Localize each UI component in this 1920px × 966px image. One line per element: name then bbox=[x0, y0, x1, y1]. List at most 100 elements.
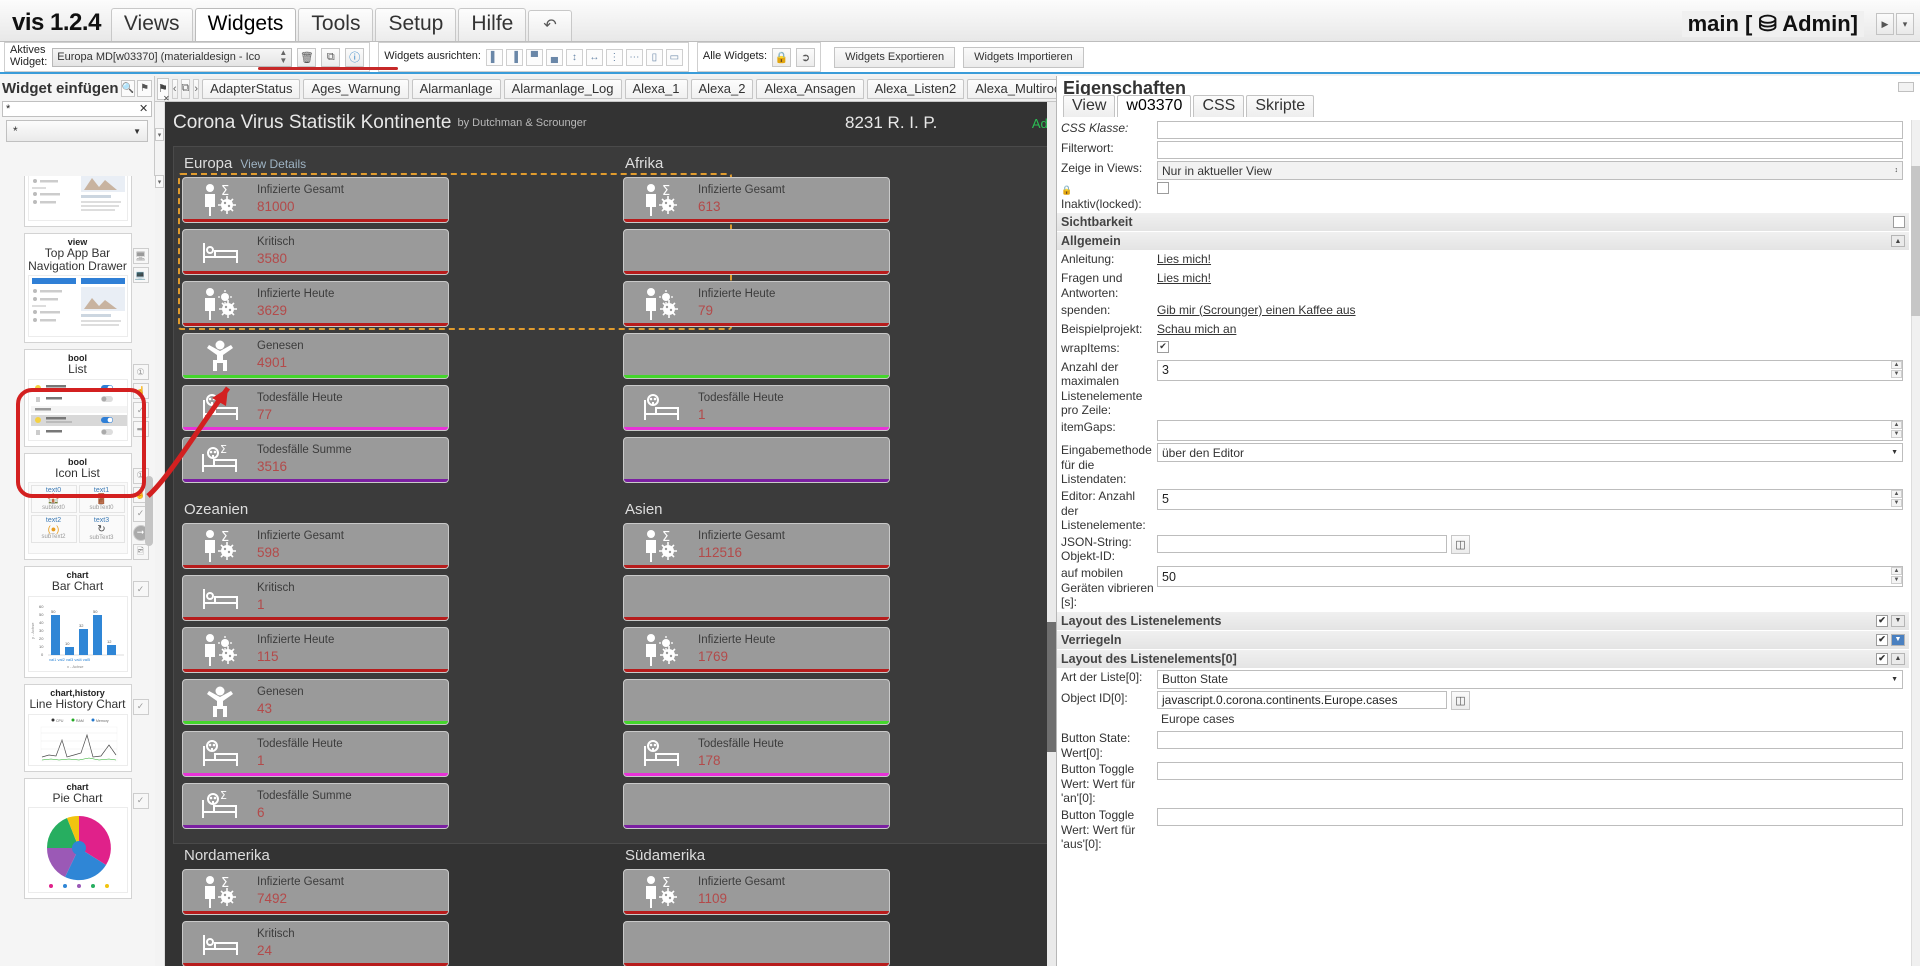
object-id-input[interactable]: javascript.0.corona.continents.Europe.ca… bbox=[1157, 691, 1447, 710]
palette-card-list[interactable]: view Top App Bar Navigation Drawer 🖥 💻 b… bbox=[0, 176, 155, 966]
palette-category-select[interactable]: * ▼ bbox=[6, 120, 148, 142]
stat-tile[interactable] bbox=[623, 921, 890, 966]
view-tab-alexa-ansagen[interactable]: Alexa_Ansagen bbox=[756, 78, 864, 99]
section-checkbox[interactable]: ✔ bbox=[1876, 614, 1888, 627]
stat-tile[interactable] bbox=[623, 437, 890, 483]
view-tab-alarmanlage[interactable]: Alarmanlage bbox=[411, 78, 501, 99]
view-details-link[interactable]: View Details bbox=[240, 157, 306, 171]
view-tab-adapterstatus[interactable]: AdapterStatus bbox=[202, 78, 301, 99]
properties-tab-widget[interactable]: w03370 bbox=[1117, 95, 1192, 117]
menu-tab-hilfe[interactable]: Hilfe bbox=[458, 7, 527, 41]
checkbox-icon[interactable]: ✓ bbox=[132, 792, 149, 809]
stat-tile[interactable]: Σ Infizierte Gesamt 112516 bbox=[623, 523, 890, 569]
zeige-in-views-select[interactable]: Nur in aktueller View ↕ bbox=[1157, 161, 1903, 180]
palette-card-bar-chart[interactable]: chart Bar Chart y - Achse 60 50 40 30 20… bbox=[23, 566, 149, 678]
chevron-right-icon[interactable]: › bbox=[193, 78, 200, 99]
art-der-liste-dropdown[interactable]: Button State ▼ bbox=[1157, 669, 1903, 689]
chevron-up-icon[interactable]: ▲ bbox=[1891, 652, 1905, 665]
filterwort-input[interactable] bbox=[1157, 141, 1903, 159]
stat-tile[interactable] bbox=[623, 229, 890, 275]
inaktiv-checkbox[interactable] bbox=[1157, 182, 1169, 194]
view-canvas[interactable]: ▾ ▾ Corona Virus Statistik Kontinente by… bbox=[155, 102, 1065, 966]
widgets-import-button[interactable]: Widgets Importieren bbox=[963, 46, 1084, 68]
section-allgemein[interactable]: Allgemein ▲ bbox=[1057, 232, 1909, 251]
max-listenelemente-input[interactable]: 3 bbox=[1157, 359, 1903, 381]
stat-tile[interactable]: Σ Infizierte Gesamt 1109 bbox=[623, 869, 890, 915]
view-tab-alexa-listen2[interactable]: Alexa_Listen2 bbox=[866, 78, 965, 99]
stat-tile[interactable]: Σ Infizierte Gesamt 81000 bbox=[182, 177, 449, 223]
properties-tab-skripte[interactable]: Skripte bbox=[1246, 95, 1315, 117]
menu-tab-views[interactable]: Views bbox=[110, 7, 193, 41]
monitor-icon[interactable]: 🖥 bbox=[132, 248, 149, 264]
toggle-an-input[interactable] bbox=[1157, 762, 1903, 781]
view-tab-alarmanlage-log[interactable]: Alarmanlage_Log bbox=[503, 78, 622, 99]
spinner-arrows[interactable]: ▲ ▼ bbox=[1891, 567, 1902, 584]
palette-filter-input[interactable]: * bbox=[2, 101, 152, 117]
distribute-h-icon[interactable]: ⋮ bbox=[605, 48, 623, 66]
properties-tab-css[interactable]: CSS bbox=[1193, 95, 1245, 117]
anleitung-link[interactable]: Lies mich! bbox=[1157, 252, 1211, 266]
palette-card[interactable]: bool List ① ☝ ✓ ➡ bbox=[23, 349, 149, 447]
section-layout-listenelements[interactable]: Layout des Listenelements ✔ ▼ bbox=[1057, 611, 1909, 630]
expand-icon[interactable]: ➲ bbox=[796, 47, 816, 67]
section-checkbox[interactable] bbox=[1893, 216, 1905, 229]
play-icon[interactable]: ▶ bbox=[1876, 13, 1894, 35]
palette-card-icon-list[interactable]: bool Icon List text0 🏠 subtext0 text1 🚪 … bbox=[23, 452, 149, 561]
stat-tile[interactable] bbox=[623, 679, 890, 725]
stat-tile[interactable]: Kritisch 24 bbox=[182, 921, 449, 966]
object-browser-icon[interactable]: ◫ bbox=[1451, 534, 1470, 554]
toggle-aus-input[interactable] bbox=[1157, 808, 1903, 826]
stat-tile[interactable]: Genesen 43 bbox=[182, 679, 449, 725]
eingabemethode-dropdown[interactable]: über den Editor ▼ bbox=[1157, 443, 1903, 462]
checkbox-icon[interactable]: ✓ bbox=[132, 698, 149, 715]
editor-anzahl-input[interactable]: 5 bbox=[1157, 488, 1903, 510]
vibrieren-input[interactable]: 50 bbox=[1157, 566, 1903, 587]
active-widget-select[interactable]: Europa MD[w03370] (materialdesign - Ico … bbox=[52, 47, 293, 67]
desktop-icon[interactable]: 💻 bbox=[132, 267, 149, 283]
stat-tile[interactable]: Σ Todesfälle Summe 6 bbox=[182, 783, 449, 829]
stat-tile[interactable]: Kritisch 1 bbox=[182, 575, 449, 621]
stat-tile[interactable]: Genesen 4901 bbox=[182, 333, 449, 379]
tag-icon[interactable]: ⚑ bbox=[137, 79, 152, 97]
properties-scrollbar-track[interactable] bbox=[1911, 120, 1920, 966]
chevron-down-icon[interactable]: ▼ bbox=[1891, 633, 1905, 646]
chevron-down-icon[interactable]: ▾ bbox=[155, 175, 164, 188]
align-left-icon[interactable]: ▌ bbox=[485, 48, 503, 66]
section-sichtbarkeit[interactable]: Sichtbarkeit bbox=[1057, 213, 1909, 232]
spinner-arrows[interactable]: ▲ ▼ bbox=[1891, 421, 1902, 438]
canvas-scrollbar-thumb[interactable] bbox=[1047, 622, 1056, 752]
beispielprojekt-link[interactable]: Schau mich an bbox=[1157, 322, 1236, 336]
same-height-icon[interactable]: ▭ bbox=[665, 48, 683, 66]
spinner-arrows[interactable]: ▲ ▼ bbox=[1891, 489, 1902, 507]
stat-tile[interactable]: Σ Infizierte Gesamt 7492 bbox=[182, 869, 449, 915]
itemgaps-input[interactable] bbox=[1157, 420, 1903, 441]
copy-icon[interactable]: ⧉ bbox=[180, 78, 191, 99]
stat-tile[interactable] bbox=[623, 783, 890, 829]
menu-tab-widgets[interactable]: Widgets bbox=[194, 7, 297, 41]
section-verriegeln[interactable]: Verriegeln ✔ ▼ bbox=[1057, 630, 1909, 649]
stat-tile[interactable]: Todesfälle Heute 1 bbox=[623, 385, 890, 431]
copy-icon[interactable]: ⧉ bbox=[321, 47, 341, 67]
chevron-down-icon[interactable]: ▼ bbox=[1891, 614, 1905, 627]
json-string-input[interactable] bbox=[1157, 535, 1447, 554]
chevron-down-icon[interactable]: ▾ bbox=[1896, 13, 1914, 35]
section-layout-listenelements-0[interactable]: Layout des Listenelements[0] ✔ ▲ bbox=[1057, 649, 1909, 668]
stat-tile[interactable]: Σ Infizierte Gesamt 598 bbox=[182, 523, 449, 569]
align-center-h-icon[interactable]: ↕ bbox=[565, 48, 583, 66]
image-icon[interactable]: 🖻 bbox=[132, 543, 149, 560]
stat-tile[interactable]: Kritisch 3580 bbox=[182, 229, 449, 275]
stat-tile[interactable]: Todesfälle Heute 178 bbox=[623, 731, 890, 777]
distribute-v-icon[interactable]: ⋯ bbox=[625, 48, 643, 66]
undo-icon[interactable]: ↶ bbox=[528, 9, 572, 41]
menu-tab-tools[interactable]: Tools bbox=[298, 7, 374, 41]
checkbox-icon[interactable]: ✓ bbox=[132, 581, 149, 598]
chevron-updown-icon[interactable]: ▾ bbox=[155, 128, 164, 141]
view-tab-ages-warnung[interactable]: Ages_Warnung bbox=[303, 78, 409, 99]
view-tab-alexa-multiroom[interactable]: Alexa_Multiroo bbox=[967, 78, 1065, 99]
spenden-link[interactable]: Gib mir (Scrounger) einen Kaffee aus bbox=[1157, 303, 1356, 317]
palette-card[interactable]: view Top App Bar Navigation Drawer 🖥 💻 bbox=[23, 233, 149, 344]
chevron-up-icon[interactable]: ▲ bbox=[1891, 235, 1905, 248]
section-checkbox[interactable]: ✔ bbox=[1876, 633, 1888, 646]
close-icon[interactable]: ✕ bbox=[139, 102, 148, 115]
menu-tab-setup[interactable]: Setup bbox=[375, 7, 457, 41]
